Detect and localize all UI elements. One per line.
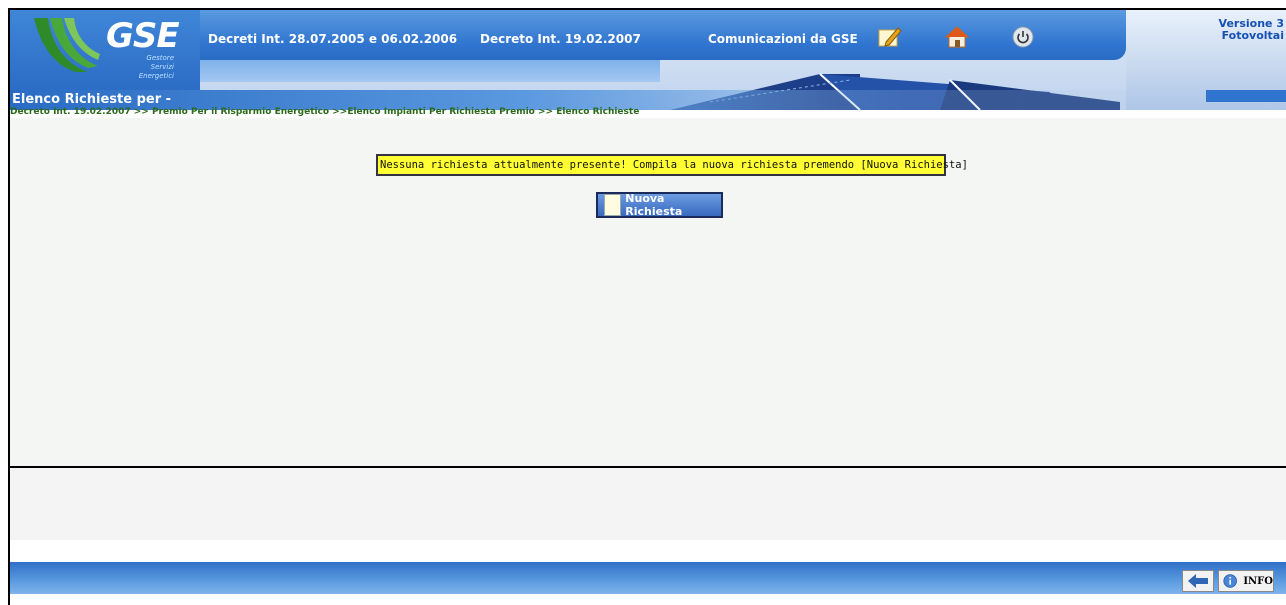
header: GSE Gestore Servizi Energetici Decreti I… (10, 10, 1286, 110)
title-bar-right (1206, 90, 1286, 102)
page-frame: GSE Gestore Servizi Energetici Decreti I… (8, 8, 1286, 605)
info-label: INFO (1243, 575, 1273, 587)
gse-logo-text: GSE (106, 16, 180, 56)
footer-bar (10, 562, 1286, 594)
lower-panel (10, 468, 1286, 540)
new-request-button[interactable]: Nuova Richiesta (596, 192, 723, 218)
logo-area: GSE Gestore Servizi Energetici (10, 10, 200, 92)
power-icon[interactable] (1010, 24, 1036, 50)
back-arrow-icon (1188, 574, 1208, 588)
info-icon (1223, 574, 1237, 588)
new-request-label: Nuova Richiesta (625, 192, 683, 218)
new-document-icon (604, 194, 622, 216)
nav-decreto-2007[interactable]: Decreto Int. 19.02.2007 (480, 32, 641, 46)
logo-subtitle-line: Energetici (138, 72, 174, 80)
nav-comunicazioni[interactable]: Comunicazioni da GSE (708, 32, 858, 46)
logo-subtitle: Gestore Servizi Energetici (130, 54, 174, 81)
back-button[interactable] (1182, 570, 1214, 592)
breadcrumb: Decreto Int. 19.02.2007 >> Premio Per il… (10, 107, 640, 117)
empty-state-message: Nessuna richiesta attualmente presente! … (376, 154, 968, 176)
nav-decreti-2005-2006[interactable]: Decreti Int. 28.07.2005 e 06.02.2006 (208, 32, 457, 46)
home-icon[interactable] (944, 24, 970, 50)
logo-subtitle-line: Servizi (150, 63, 174, 71)
logo-subtitle-line: Gestore (146, 54, 174, 62)
version-line: Fotovoltai (1221, 29, 1284, 42)
gse-logo-mark (34, 18, 100, 72)
info-button[interactable]: INFO (1218, 570, 1274, 592)
page-title: Elenco Richieste per - (12, 92, 172, 107)
edit-icon[interactable] (876, 24, 902, 50)
version-label: Versione 3 Fotovoltai (1219, 18, 1284, 42)
